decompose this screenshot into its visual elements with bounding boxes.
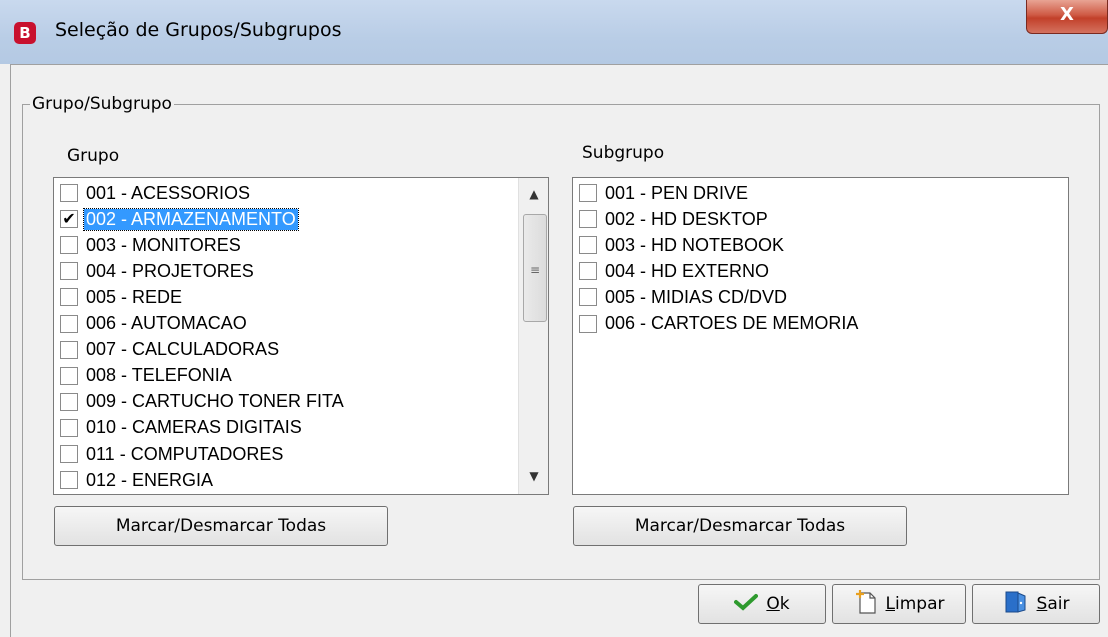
grupo-label: Grupo bbox=[67, 146, 120, 166]
list-item-label: 006 - AUTOMACAO bbox=[86, 313, 247, 333]
subgrupo-listbox[interactable]: 001 - PEN DRIVE 002 - HD DESKTOP 003 - HD … bbox=[572, 177, 1069, 495]
checkbox[interactable] bbox=[579, 288, 597, 307]
grupo-scrollbar[interactable]: ▲ ≡ ▼ bbox=[518, 178, 548, 494]
list-item-label: 009 - CARTUCHO TONER FITA bbox=[86, 391, 344, 412]
list-item[interactable]: 004 - HD EXTERNO bbox=[579, 259, 771, 283]
scroll-up-arrow-icon[interactable]: ▲ bbox=[519, 182, 548, 206]
list-item[interactable]: 001 - ACESSORIOS bbox=[60, 181, 252, 205]
list-item[interactable]: 008 - TELEFONIA bbox=[60, 364, 234, 388]
ok-label: Ok bbox=[766, 594, 790, 614]
list-item[interactable]: 007 - CALCULADORAS bbox=[60, 338, 281, 362]
close-button[interactable]: X bbox=[1026, 0, 1108, 34]
checkbox[interactable] bbox=[579, 184, 597, 202]
ok-button[interactable]: Ok bbox=[698, 584, 826, 624]
checkbox[interactable] bbox=[60, 471, 78, 490]
list-item-label: 001 - ACESSORIOS bbox=[86, 182, 251, 203]
checkbox[interactable] bbox=[60, 418, 78, 437]
checkmark-icon bbox=[734, 593, 759, 616]
new-document-icon bbox=[854, 589, 878, 620]
sair-button[interactable]: Sair bbox=[972, 584, 1100, 624]
title-bar: B Seleção de Grupos/Subgrupos X bbox=[0, 0, 1108, 64]
list-item[interactable]: 012 - ENERGIA bbox=[60, 468, 215, 492]
list-item[interactable]: 010 - CAMERAS DIGITAIS bbox=[60, 416, 304, 440]
list-item-label: 012 - ENERGIA bbox=[86, 469, 214, 490]
limpar-label: Limpar bbox=[885, 594, 945, 614]
groupbox-label: Grupo/Subgrupo bbox=[30, 94, 174, 114]
checkbox[interactable] bbox=[579, 262, 597, 281]
list-item-label: 001 - PEN DRIVE bbox=[605, 182, 749, 203]
list-item[interactable]: 006 - CARTOES DE MEMORIA bbox=[579, 312, 860, 336]
scroll-thumb[interactable]: ≡ bbox=[523, 214, 547, 322]
list-item-label: 005 - REDE bbox=[86, 286, 183, 307]
scroll-down-arrow-icon[interactable]: ▼ bbox=[519, 464, 548, 488]
list-item[interactable]: 011 - COMPUTADORES bbox=[60, 442, 285, 466]
limpar-button[interactable]: Limpar bbox=[832, 584, 966, 624]
subgrupo-label: Subgrupo bbox=[582, 143, 665, 163]
grip-icon: ≡ bbox=[530, 263, 541, 277]
list-item-label: 003 - MONITORES bbox=[86, 234, 241, 255]
checkbox[interactable] bbox=[60, 288, 78, 307]
list-item-label: 002 - ARMAZENAMENTO bbox=[83, 207, 299, 231]
list-item[interactable]: 006 - AUTOMACAO bbox=[60, 312, 249, 336]
list-item-label: 002 - HD DESKTOP bbox=[605, 208, 768, 229]
list-item-label: 011 - COMPUTADORES bbox=[86, 443, 284, 464]
list-item[interactable]: 002 - HD DESKTOP bbox=[579, 207, 770, 231]
checkbox[interactable] bbox=[60, 262, 78, 281]
list-item-label: 005 - MIDIAS CD/DVD bbox=[605, 286, 788, 307]
list-item[interactable]: 005 - MIDIAS CD/DVD bbox=[579, 285, 789, 309]
grupo-listbox[interactable]: ▲ ≡ ▼ 001 - ACESSORIOS ✔ 002 - ARMAZENAMEN… bbox=[53, 177, 549, 495]
checkbox[interactable] bbox=[60, 392, 78, 411]
list-item[interactable]: 005 - REDE bbox=[60, 285, 184, 309]
list-item-label: 004 - PROJETORES bbox=[86, 260, 254, 281]
checkbox[interactable] bbox=[60, 184, 78, 202]
list-item[interactable]: ✔ 002 - ARMAZENAMENTO bbox=[60, 207, 299, 231]
checkbox[interactable] bbox=[60, 366, 78, 385]
checkbox-checked[interactable]: ✔ bbox=[60, 210, 78, 229]
checkbox[interactable] bbox=[579, 210, 597, 229]
checkbox[interactable] bbox=[60, 236, 78, 255]
grupo-toggle-all-button[interactable]: Marcar/Desmarcar Todas bbox=[54, 506, 388, 546]
app-logo-icon: B bbox=[14, 22, 36, 44]
list-item[interactable]: 003 - HD NOTEBOOK bbox=[579, 233, 786, 257]
sair-label: Sair bbox=[1036, 594, 1070, 614]
window-title: Seleção de Grupos/Subgrupos bbox=[55, 19, 342, 41]
checkbox[interactable] bbox=[60, 445, 78, 463]
checkbox[interactable] bbox=[60, 314, 78, 333]
list-item-label: 008 - TELEFONIA bbox=[86, 365, 232, 386]
list-item[interactable]: 009 - CARTUCHO TONER FITA bbox=[60, 390, 346, 414]
list-item-label: 010 - CAMERAS DIGITAIS bbox=[86, 417, 302, 438]
list-item-label: 006 - CARTOES DE MEMORIA bbox=[605, 313, 859, 333]
exit-door-icon bbox=[1003, 590, 1029, 619]
checkbox[interactable] bbox=[579, 236, 597, 255]
list-item-label: 007 - CALCULADORAS bbox=[86, 339, 280, 360]
list-item[interactable]: 001 - PEN DRIVE bbox=[579, 181, 750, 205]
subgrupo-toggle-all-button[interactable]: Marcar/Desmarcar Todas bbox=[573, 506, 907, 546]
checkbox[interactable] bbox=[579, 314, 597, 333]
list-item-label: 003 - HD NOTEBOOK bbox=[605, 234, 785, 255]
list-item[interactable]: 003 - MONITORES bbox=[60, 233, 243, 257]
checkbox[interactable] bbox=[60, 340, 78, 359]
list-item[interactable]: 004 - PROJETORES bbox=[60, 259, 256, 283]
list-item-label: 004 - HD EXTERNO bbox=[605, 260, 770, 281]
